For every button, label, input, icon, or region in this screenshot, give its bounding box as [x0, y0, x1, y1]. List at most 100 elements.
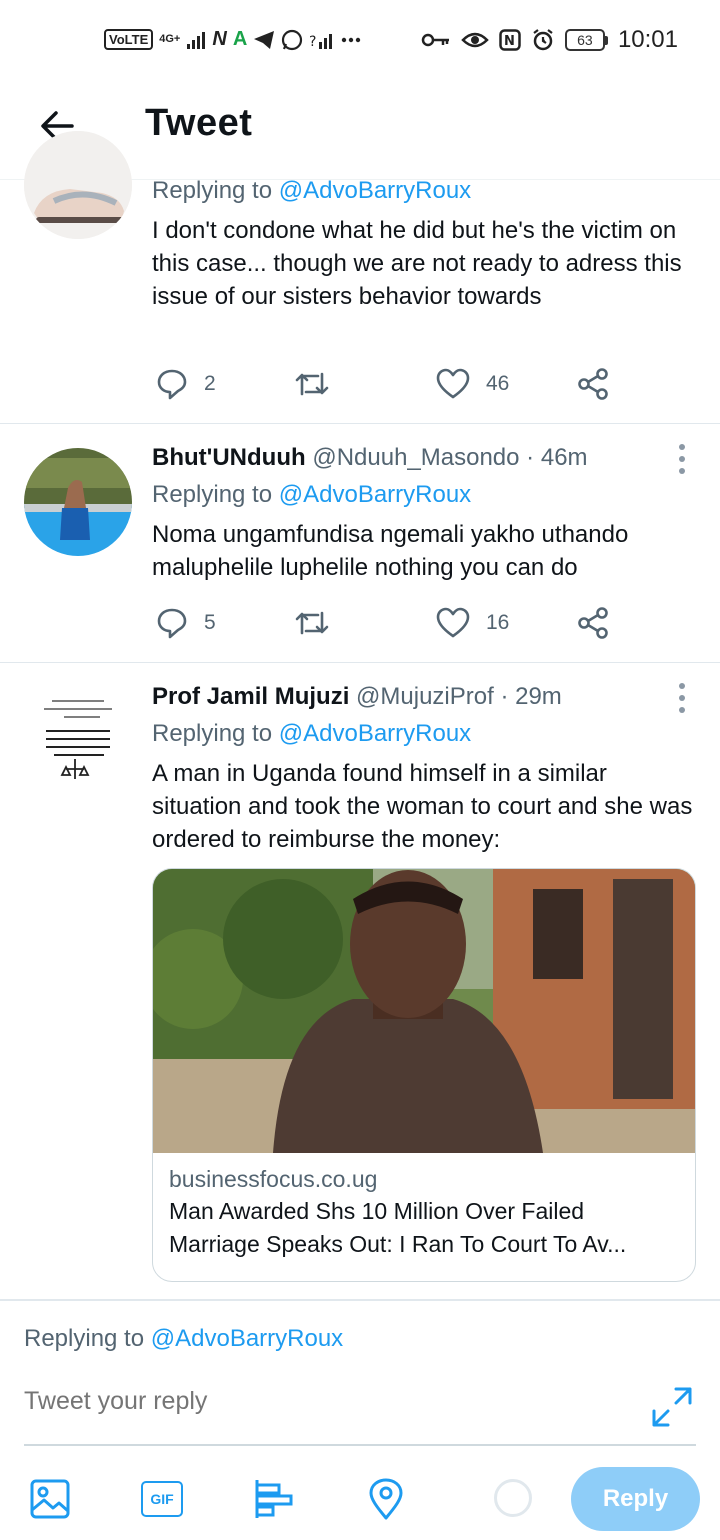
tweet-text: A man in Uganda found himself in a simil… [152, 760, 693, 853]
tweet-actions: 2 46 [152, 362, 622, 406]
retweet-icon [295, 611, 329, 635]
location-pin-icon [369, 1478, 403, 1520]
more-options-icon[interactable] [678, 444, 686, 474]
quote-avatar-image [24, 679, 132, 787]
reply-count: 5 [204, 611, 216, 634]
alarm-icon [533, 29, 553, 51]
gif-icon: GIF [141, 1481, 183, 1517]
reply-composer: Replying to @AdvoBarryRoux GIF Reply [0, 1300, 720, 1540]
composer-divider [24, 1444, 696, 1446]
wifi-signal-icon: ? [309, 33, 333, 50]
shoe-avatar-image [24, 131, 132, 239]
reply-icon [157, 608, 187, 639]
separator-dot: · [526, 444, 535, 471]
replying-label: Replying to [152, 177, 279, 204]
tweet-actions: 5 16 [152, 601, 622, 645]
a-app-icon: A [232, 28, 248, 50]
tweet-header: Prof Jamil Mujuzi @MujuziProf · 29m [152, 679, 696, 715]
signal-icon [187, 31, 206, 49]
reply-input[interactable] [24, 1387, 624, 1416]
image-icon [30, 1479, 70, 1519]
tweet-header: Bhut'UNduuh @Nduuh_Masondo · 46m [152, 440, 696, 476]
replying-label: Replying to [24, 1325, 151, 1352]
like-count: 46 [486, 372, 510, 395]
reply-button[interactable]: Reply [571, 1467, 700, 1531]
clock: 10:01 [617, 26, 678, 53]
link-card-body: businessfocus.co.ug Man Awarded Shs 10 M… [153, 1153, 695, 1281]
tweet[interactable]: Prof Jamil Mujuzi @MujuziProf · 29m Repl… [0, 663, 720, 1300]
replying-to-link[interactable]: @AdvoBarryRoux [279, 720, 471, 747]
replying-label: Replying to [152, 720, 279, 747]
like-count: 16 [486, 611, 510, 634]
tweet-text: Noma ungamfundisa ngemali yakho uthando … [152, 521, 629, 581]
reply-icon [157, 369, 187, 400]
like-action[interactable]: 16 [436, 601, 509, 645]
status-bar: VoLTE 4G+ N A ? N 63 10:01 [0, 0, 720, 84]
n-app-icon: N [212, 28, 227, 50]
more-options-icon[interactable] [678, 683, 686, 713]
tweet[interactable]: Bhut'UNduuh @Nduuh_Masondo · 46m Replyin… [0, 424, 720, 663]
tweet[interactable]: Replying to @AdvoBarryRoux I don't condo… [0, 131, 720, 424]
tweet-content: Prof Jamil Mujuzi @MujuziProf · 29m Repl… [152, 679, 696, 856]
location-button[interactable] [364, 1477, 408, 1521]
poll-icon [255, 1480, 293, 1518]
retweet-action[interactable] [294, 601, 330, 645]
share-action[interactable] [576, 601, 610, 645]
replying-to-link[interactable]: @AdvoBarryRoux [279, 177, 471, 204]
svg-text:?: ? [309, 34, 316, 50]
link-card[interactable]: businessfocus.co.ug Man Awarded Shs 10 M… [152, 868, 696, 1282]
gif-button[interactable]: GIF [140, 1477, 184, 1521]
link-card-image [153, 869, 695, 1153]
tweet-content: Replying to @AdvoBarryRoux I don't condo… [152, 172, 696, 313]
poll-button[interactable] [252, 1477, 296, 1521]
character-count-ring [494, 1479, 532, 1517]
link-domain: businessfocus.co.ug [169, 1166, 378, 1192]
tweet-content: Bhut'UNduuh @Nduuh_Masondo · 46m Replyin… [152, 440, 696, 584]
svg-text:N: N [504, 34, 515, 49]
reply-action[interactable]: 5 [156, 601, 216, 645]
network-type: 4G+ [159, 33, 181, 45]
heart-icon [436, 607, 470, 638]
replying-label: Replying to [152, 481, 279, 508]
separator-dot: · [500, 683, 509, 710]
media-button[interactable] [28, 1477, 72, 1521]
battery-icon: 63 [564, 29, 608, 51]
retweet-icon [295, 372, 329, 396]
avatar[interactable] [24, 448, 132, 556]
battery-tip [604, 35, 608, 45]
eye-icon [461, 32, 489, 48]
telegram-icon [254, 30, 275, 49]
tweet-time: 46m [540, 444, 588, 471]
user-handle[interactable]: @Nduuh_Masondo [312, 444, 519, 471]
display-name[interactable]: Bhut'UNduuh [152, 444, 306, 471]
like-action[interactable]: 46 [436, 362, 509, 406]
volte-indicator: VoLTE [104, 29, 154, 50]
key-icon [421, 33, 449, 47]
share-icon [578, 607, 608, 639]
reply-count: 2 [204, 372, 216, 395]
pool-avatar-image [24, 448, 132, 556]
article-photo [153, 869, 695, 1153]
retweet-action[interactable] [294, 362, 330, 406]
reply-action[interactable]: 2 [156, 362, 216, 406]
tweet-text: I don't condone what he did but he's the… [152, 217, 682, 310]
whatsapp-icon [282, 29, 303, 50]
nfc-icon: N [499, 29, 521, 51]
tweet-time: 29m [515, 683, 562, 710]
link-title: Man Awarded Shs 10 Million Over Failed M… [169, 1198, 627, 1257]
display-name[interactable]: Prof Jamil Mujuzi [152, 683, 349, 710]
avatar[interactable] [24, 679, 132, 787]
user-handle[interactable]: @MujuziProf [356, 683, 494, 710]
battery-level: 63 [564, 29, 605, 51]
share-action[interactable] [576, 362, 610, 406]
share-icon [578, 368, 608, 400]
replying-to: Replying to @AdvoBarryRoux [152, 172, 696, 210]
replying-to: Replying to @AdvoBarryRoux [152, 715, 696, 753]
heart-icon [436, 368, 470, 399]
status-right: N 63 10:01 [421, 26, 678, 54]
avatar[interactable] [24, 131, 132, 239]
replying-to-link[interactable]: @AdvoBarryRoux [279, 481, 471, 508]
expand-icon[interactable] [650, 1385, 694, 1429]
more-notifications-icon [342, 37, 361, 42]
replying-to-link[interactable]: @AdvoBarryRoux [151, 1325, 343, 1352]
